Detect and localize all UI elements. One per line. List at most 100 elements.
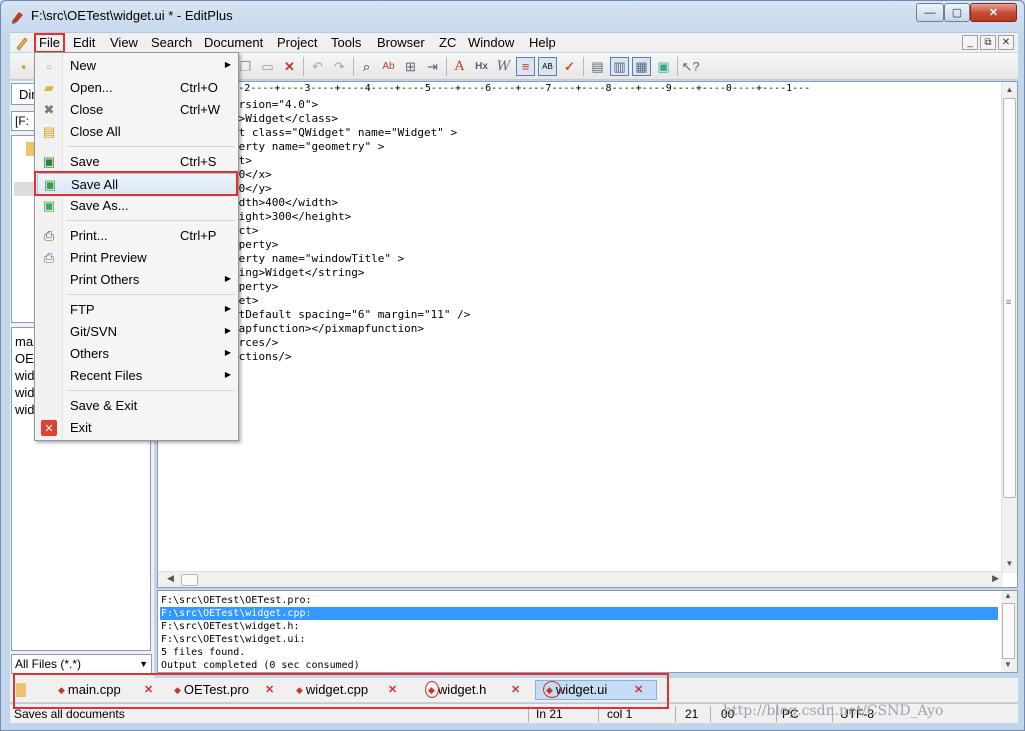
tab-oetest-pro[interactable]: ◆ OETest.pro ✕ xyxy=(174,680,274,700)
find-in-files-icon[interactable]: ⊞ xyxy=(401,57,420,76)
word-wrap-icon[interactable]: W xyxy=(494,57,513,76)
line-number-toggle-icon[interactable]: AB xyxy=(538,57,557,76)
menu-edit[interactable]: Edit xyxy=(70,35,98,52)
menu-help[interactable]: Help xyxy=(526,35,559,52)
scroll-down-icon[interactable]: ▼ xyxy=(1002,556,1017,571)
menu-view[interactable]: View xyxy=(107,35,141,52)
menu-item-exit[interactable]: ✕ Exit xyxy=(37,417,237,439)
scroll-up-icon[interactable]: ▲ xyxy=(1004,591,1012,600)
menu-item-label: New xyxy=(70,58,97,73)
undo-icon[interactable]: ↶ xyxy=(308,57,327,76)
menu-item-ftp[interactable]: FTP ▶ xyxy=(37,299,237,321)
menu-item-save[interactable]: ▣ Save Ctrl+S xyxy=(37,151,237,173)
minimize-button[interactable]: — xyxy=(916,3,944,22)
menu-separator xyxy=(67,294,235,295)
scroll-right-icon[interactable]: ▶ xyxy=(992,573,999,584)
tab-close-icon[interactable]: ✕ xyxy=(144,680,153,700)
hex-icon[interactable]: Hx xyxy=(472,57,491,76)
menu-window[interactable]: Window xyxy=(465,35,517,52)
scroll-thumb[interactable] xyxy=(1002,603,1015,659)
mdi-restore-button[interactable]: ⧉ xyxy=(980,35,996,50)
file-list-item[interactable]: ma xyxy=(15,334,33,349)
menu-item-label: Git/SVN xyxy=(70,324,117,339)
menu-item-others[interactable]: Others ▶ xyxy=(37,343,237,365)
output-vertical-scrollbar[interactable]: ▲ ▼ xyxy=(1001,591,1017,672)
mdi-close-button[interactable]: ✕ xyxy=(998,35,1014,50)
menu-item-open[interactable]: ▰ Open... Ctrl+O xyxy=(37,77,237,99)
output-line[interactable]: F:\src\OETest\widget.cpp: xyxy=(160,607,998,620)
menu-item-close-all[interactable]: ▤ Close All xyxy=(37,121,237,143)
menu-document[interactable]: Document xyxy=(201,35,266,52)
tab-widget-ui[interactable]: ◆ widget.ui ✕ xyxy=(535,680,657,700)
tab-close-icon[interactable]: ✕ xyxy=(388,680,397,700)
menu-item-close[interactable]: ✖ Close Ctrl+W xyxy=(37,99,237,121)
help-pointer-icon[interactable]: ↖? xyxy=(681,57,700,76)
output-line[interactable]: 5 files found. xyxy=(160,646,998,659)
editor-horizontal-scrollbar[interactable]: ◀ ▶ xyxy=(158,571,1003,587)
submenu-arrow-icon: ▶ xyxy=(224,370,231,379)
mdi-minimize-button[interactable]: _ xyxy=(962,35,978,50)
menu-item-print-preview[interactable]: ⎙ Print Preview xyxy=(37,247,237,269)
ruler-toggle-icon[interactable]: ≡ xyxy=(516,57,535,76)
maximize-button[interactable]: ▢ xyxy=(944,3,970,22)
file-list-item[interactable]: OE xyxy=(15,351,34,366)
menu-zc[interactable]: ZC xyxy=(436,35,459,52)
menu-item-save-all[interactable]: ▣ Save All xyxy=(37,173,237,195)
submenu-arrow-icon: ▶ xyxy=(224,348,231,357)
output-line[interactable]: F:\src\OETest\widget.ui: xyxy=(160,633,998,646)
delete-icon[interactable]: ✕ xyxy=(280,57,299,76)
tab-close-icon[interactable]: ✕ xyxy=(634,680,643,700)
menu-item-git-svn[interactable]: Git/SVN ▶ xyxy=(37,321,237,343)
replace-icon[interactable]: Ab xyxy=(379,57,398,76)
menu-file[interactable]: File xyxy=(34,33,65,53)
menu-item-save-as[interactable]: ▣ Save As... xyxy=(37,195,237,217)
editor-vertical-scrollbar[interactable]: ▲ ≡ ▼ xyxy=(1001,82,1017,573)
output-line[interactable]: F:\src\OETest\widget.h: xyxy=(160,620,998,633)
spell-check-icon[interactable]: ✓ xyxy=(560,57,579,76)
tab-main-cpp[interactable]: ◆ main.cpp ✕ xyxy=(58,680,153,700)
scroll-up-icon[interactable]: ▲ xyxy=(1002,82,1017,97)
paste-icon[interactable]: ▭ xyxy=(258,57,277,76)
menu-tools[interactable]: Tools xyxy=(328,35,364,52)
menu-item-save-exit[interactable]: Save & Exit xyxy=(37,395,237,417)
output-window[interactable]: F:\src\OETest\OETest.pro: F:\src\OETest\w… xyxy=(157,590,1018,673)
menu-item-print-others[interactable]: Print Others ▶ xyxy=(37,269,237,291)
output-window-icon[interactable]: ▦ xyxy=(632,57,651,76)
editor-area[interactable]: ----1----+----2----+----3----+----4----+… xyxy=(157,81,1018,588)
menu-search[interactable]: Search xyxy=(148,35,195,52)
status-divider xyxy=(710,706,711,722)
submenu-arrow-icon: ▶ xyxy=(224,304,231,313)
h-scroll-thumb[interactable] xyxy=(181,574,198,586)
tab-close-icon[interactable]: ✕ xyxy=(511,680,520,700)
save-disk-icon: ▣ xyxy=(42,154,56,169)
new-file-icon[interactable]: ▪ xyxy=(14,57,33,76)
output-line[interactable]: F:\src\OETest\OETest.pro: xyxy=(160,594,998,607)
cliptext-window-icon[interactable]: ▥ xyxy=(610,57,629,76)
find-icon[interactable]: ⌕ xyxy=(357,57,376,76)
directory-window-icon[interactable]: ▤ xyxy=(588,57,607,76)
output-line[interactable]: Output completed (0 sec consumed) xyxy=(160,659,998,672)
scroll-down-icon[interactable]: ▼ xyxy=(1004,660,1012,669)
file-list-item[interactable]: wid xyxy=(15,368,35,383)
browser-icon[interactable]: ▣ xyxy=(654,57,673,76)
toolbar-separator xyxy=(677,57,678,76)
menu-project[interactable]: Project xyxy=(274,35,320,52)
menu-item-print[interactable]: ⎙ Print... Ctrl+P xyxy=(37,225,237,247)
font-icon[interactable]: A xyxy=(450,57,469,76)
menu-item-new[interactable]: ▫ New ▶ xyxy=(37,55,237,77)
drive-selector[interactable]: [F: xyxy=(11,111,35,131)
file-list-item[interactable]: wid xyxy=(15,385,35,400)
scroll-left-icon[interactable]: ◀ xyxy=(167,573,174,584)
goto-line-icon[interactable]: ⇥ xyxy=(423,57,442,76)
file-filter-dropdown[interactable]: All Files (*.*) ▼ xyxy=(11,654,152,674)
tab-close-icon[interactable]: ✕ xyxy=(265,680,274,700)
close-window-button[interactable]: ✕ xyxy=(970,3,1017,22)
tab-widget-cpp[interactable]: ◆ widget.cpp ✕ xyxy=(296,680,397,700)
toolbar-separator xyxy=(446,57,447,76)
redo-icon[interactable]: ↷ xyxy=(330,57,349,76)
tab-widget-h[interactable]: ◆ widget.h ✕ xyxy=(428,680,520,700)
menu-browser[interactable]: Browser xyxy=(374,35,428,52)
modified-dot-icon: ◆ xyxy=(428,685,435,695)
menu-item-recent-files[interactable]: Recent Files ▶ xyxy=(37,365,237,387)
open-folder-icon: ▰ xyxy=(44,80,54,95)
